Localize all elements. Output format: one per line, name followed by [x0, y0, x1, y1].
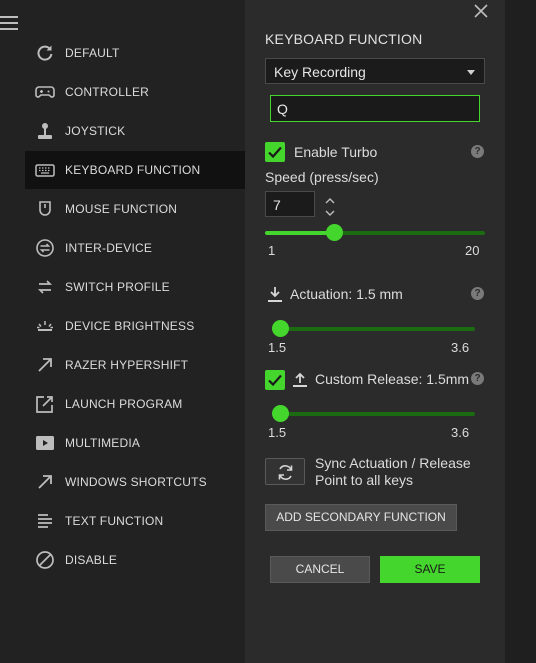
- slider-thumb[interactable]: [326, 224, 343, 241]
- sync-button[interactable]: [265, 458, 305, 485]
- slider-min-label: 1.5: [268, 425, 287, 440]
- key-recording-input[interactable]: Q: [270, 95, 480, 122]
- speed-increment-icon[interactable]: [324, 193, 336, 204]
- launch-program-icon: [35, 394, 55, 414]
- sidebar-item-label: CONTROLLER: [65, 85, 150, 99]
- play-icon: [35, 433, 55, 453]
- sidebar-item-switch-profile[interactable]: SWITCH PROFILE: [25, 268, 245, 306]
- keyboard-icon: [35, 160, 55, 180]
- joystick-icon: [35, 121, 55, 141]
- slider-min-label: 1: [268, 243, 276, 258]
- slider-max-label: 3.6: [451, 425, 470, 440]
- sidebar-item-razer-hypershift[interactable]: RAZER HYPERSHIFT: [25, 346, 245, 384]
- close-icon[interactable]: [472, 2, 490, 20]
- right-edge-strip: [505, 0, 536, 663]
- actuation-slider[interactable]: [272, 320, 475, 337]
- sidebar-item-controller[interactable]: CONTROLLER: [25, 73, 245, 111]
- shortcut-arrow-icon: [35, 472, 55, 492]
- speed-label: Speed (press/sec): [265, 169, 379, 185]
- gamepad-icon: [35, 82, 55, 102]
- sidebar-item-label: DEFAULT: [65, 46, 120, 60]
- brightness-icon: [35, 316, 55, 336]
- speed-value: 7: [273, 197, 281, 213]
- upload-arrow-icon: [291, 370, 309, 388]
- sidebar-item-label: INTER-DEVICE: [65, 241, 153, 255]
- disable-icon: [35, 550, 55, 570]
- chevron-down-icon: [467, 70, 475, 75]
- key-value: Q: [277, 101, 288, 117]
- sidebar-item-joystick[interactable]: JOYSTICK: [25, 112, 245, 150]
- slider-max-label: 3.6: [451, 340, 470, 355]
- checkmark-icon: [268, 374, 282, 387]
- custom-release-slider[interactable]: [272, 405, 475, 422]
- sidebar-item-device-brightness[interactable]: DEVICE BRIGHTNESS: [25, 307, 245, 345]
- sidebar-item-mouse-function[interactable]: MOUSE FUNCTION: [25, 190, 245, 228]
- function-type-select[interactable]: Key Recording: [265, 58, 485, 84]
- sidebar-item-label: DISABLE: [65, 553, 118, 567]
- turbo-speed-slider[interactable]: [265, 224, 485, 241]
- sidebar-item-label: TEXT FUNCTION: [65, 514, 164, 528]
- sidebar-item-label: WINDOWS SHORTCUTS: [65, 475, 207, 489]
- switch-profile-icon: [35, 277, 55, 297]
- speed-input[interactable]: 7: [265, 191, 315, 217]
- sidebar-item-disable[interactable]: DISABLE: [25, 541, 245, 579]
- sync-icon: [278, 465, 293, 480]
- sidebar-item-inter-device[interactable]: INTER-DEVICE: [25, 229, 245, 267]
- hamburger-menu-icon[interactable]: [0, 16, 20, 34]
- section-title: KEYBOARD FUNCTION: [265, 31, 423, 47]
- sidebar-item-label: MULTIMEDIA: [65, 436, 141, 450]
- slider-max-label: 20: [465, 243, 480, 258]
- checkmark-icon: [268, 146, 282, 159]
- actuation-label: Actuation: 1.5 mm: [290, 286, 403, 302]
- sidebar-item-label: KEYBOARD FUNCTION: [65, 163, 201, 177]
- sync-label: Sync Actuation / Release Point to all ke…: [315, 455, 471, 488]
- slider-fill: [265, 231, 334, 235]
- custom-release-checkbox[interactable]: [265, 370, 285, 390]
- reset-icon: [35, 43, 55, 63]
- sidebar-item-label: RAZER HYPERSHIFT: [65, 358, 189, 372]
- hypershift-arrow-icon: [35, 355, 55, 375]
- cancel-button[interactable]: CANCEL: [270, 556, 370, 583]
- sidebar-item-default[interactable]: DEFAULT: [25, 34, 245, 72]
- enable-turbo-label: Enable Turbo: [294, 144, 378, 160]
- select-value: Key Recording: [274, 64, 366, 80]
- download-arrow-icon: [266, 285, 284, 303]
- text-lines-icon: [35, 511, 55, 531]
- turbo-help-icon[interactable]: ?: [471, 145, 484, 158]
- sidebar-item-label: LAUNCH PROGRAM: [65, 397, 183, 411]
- sidebar: DEFAULT CONTROLLER JOYSTICK KEYBOARD FUN…: [0, 0, 245, 663]
- inter-device-icon: [35, 238, 55, 258]
- custom-release-help-icon[interactable]: ?: [471, 372, 484, 385]
- slider-thumb[interactable]: [272, 320, 289, 337]
- enable-turbo-checkbox[interactable]: [265, 142, 285, 162]
- actuation-help-icon[interactable]: ?: [471, 287, 484, 300]
- sidebar-item-keyboard-function[interactable]: KEYBOARD FUNCTION: [25, 151, 245, 189]
- slider-thumb[interactable]: [272, 405, 289, 422]
- sidebar-item-windows-shortcuts[interactable]: WINDOWS SHORTCUTS: [25, 463, 245, 501]
- sidebar-item-label: SWITCH PROFILE: [65, 280, 170, 294]
- add-secondary-function-button[interactable]: ADD SECONDARY FUNCTION: [265, 504, 457, 531]
- sidebar-item-label: DEVICE BRIGHTNESS: [65, 319, 195, 333]
- mouse-icon: [35, 199, 55, 219]
- speed-decrement-icon[interactable]: [324, 205, 336, 216]
- custom-release-label: Custom Release: 1.5mm: [315, 371, 470, 387]
- sidebar-item-launch-program[interactable]: LAUNCH PROGRAM: [25, 385, 245, 423]
- slider-min-label: 1.5: [268, 340, 287, 355]
- sidebar-item-text-function[interactable]: TEXT FUNCTION: [25, 502, 245, 540]
- sidebar-item-label: MOUSE FUNCTION: [65, 202, 178, 216]
- sidebar-item-multimedia[interactable]: MULTIMEDIA: [25, 424, 245, 462]
- save-button[interactable]: SAVE: [380, 556, 480, 583]
- sidebar-item-label: JOYSTICK: [65, 124, 126, 138]
